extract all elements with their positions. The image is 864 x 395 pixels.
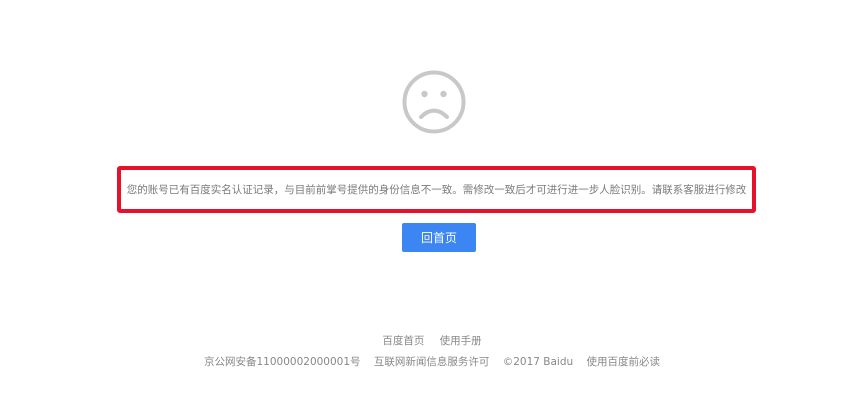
back-home-button[interactable]: 回首页 [402, 223, 476, 252]
footer-links: 百度首页 使用手册 [0, 333, 864, 348]
footer-terms-link[interactable]: 使用百度前必读 [587, 356, 661, 368]
error-message-box: 您的账号已有百度实名认证记录，与目前前掌号提供的身份信息不一致。需修改一致后才可… [117, 166, 756, 213]
footer-icp-link[interactable]: 京公网安备11000002000001号 [204, 356, 361, 368]
footer-link-user-manual[interactable]: 使用手册 [440, 335, 482, 347]
error-message-text: 您的账号已有百度实名认证记录，与目前前掌号提供的身份信息不一致。需修改一致后才可… [126, 184, 747, 196]
footer-copyright: ©2017 Baidu [502, 356, 574, 368]
error-page: 您的账号已有百度实名认证记录，与目前前掌号提供的身份信息不一致。需修改一致后才可… [0, 0, 864, 395]
footer-link-baidu-home[interactable]: 百度首页 [382, 335, 424, 347]
sad-face-icon [402, 70, 466, 134]
footer-license-link[interactable]: 互联网新闻信息服务许可 [374, 356, 490, 368]
footer-info: 京公网安备11000002000001号 互联网新闻信息服务许可 ©2017 B… [0, 354, 864, 369]
